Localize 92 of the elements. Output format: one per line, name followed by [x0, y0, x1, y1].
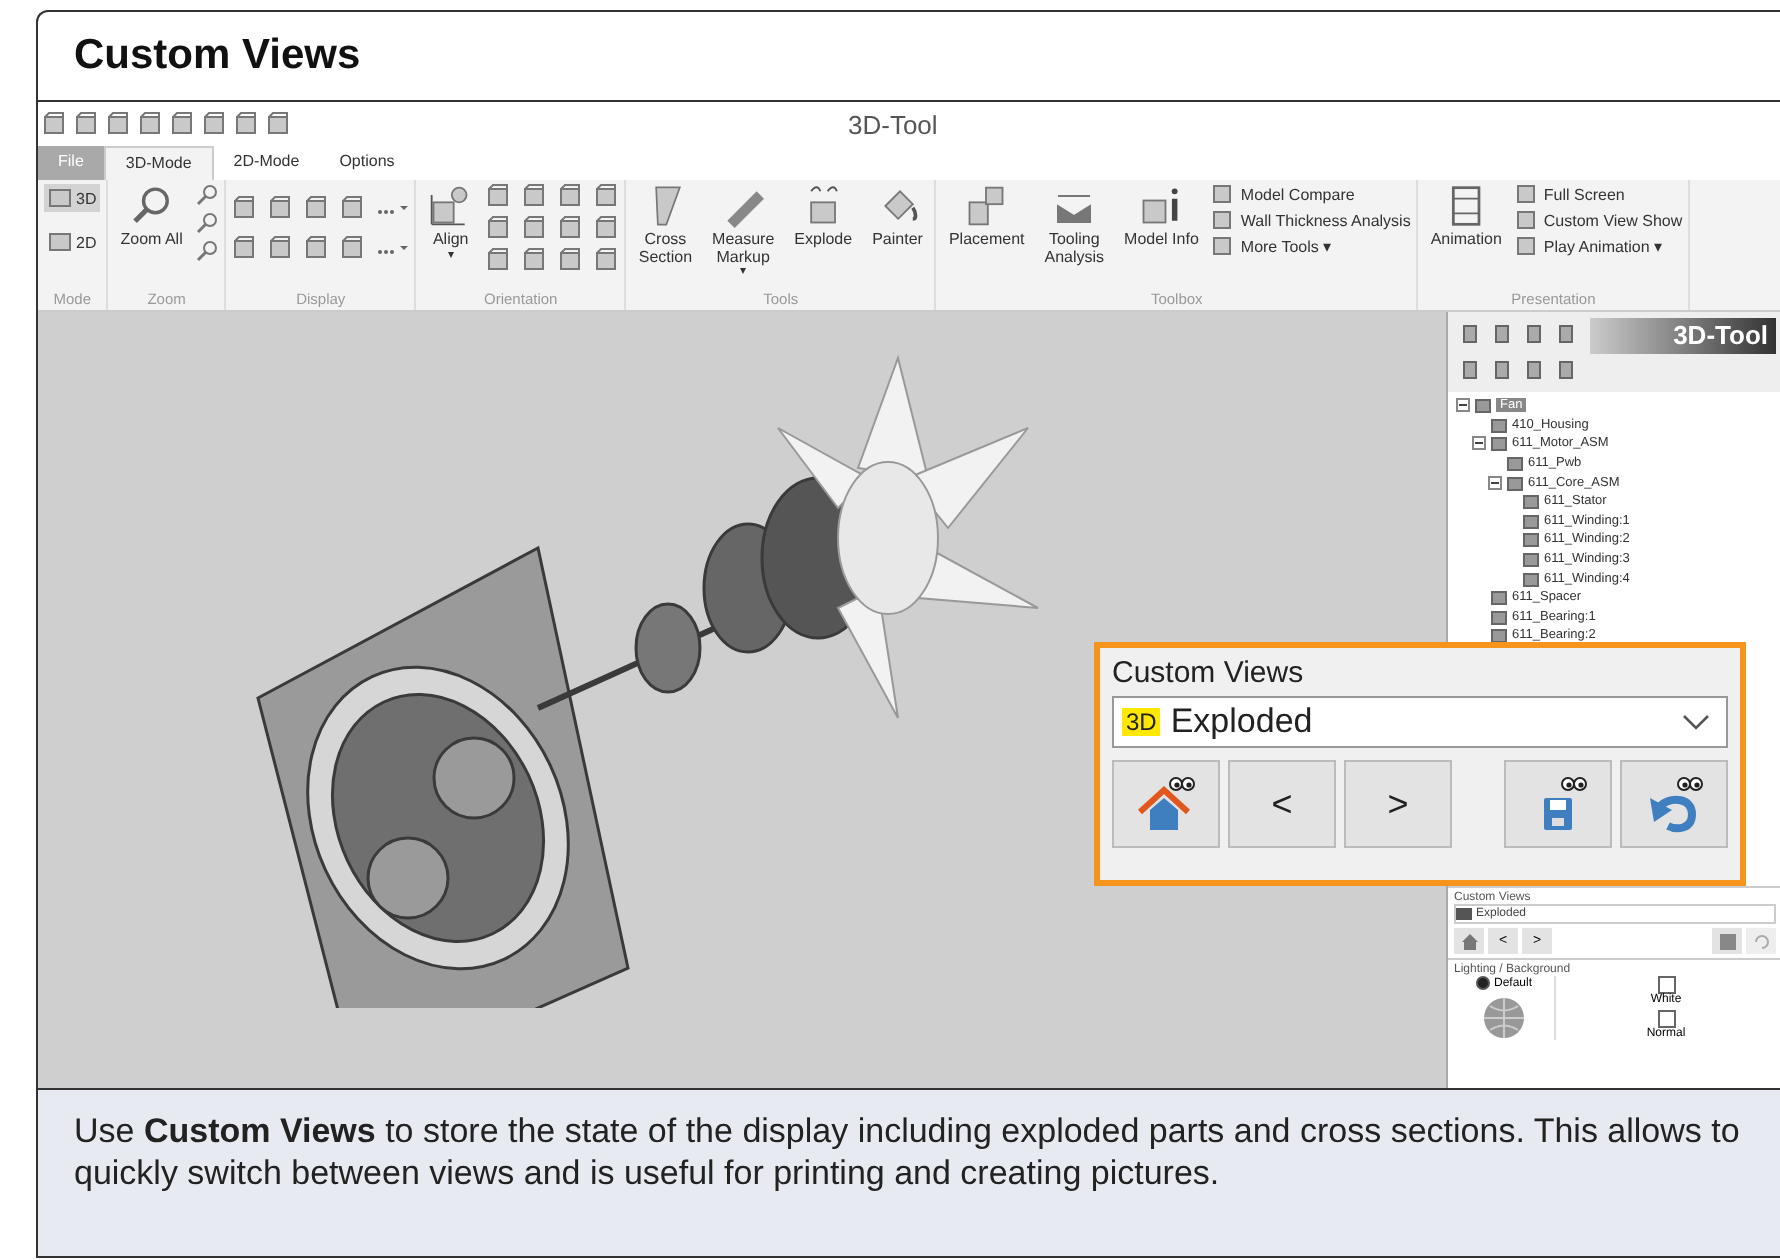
view-orientation-icon[interactable]: [486, 216, 511, 240]
tool-icon: [1212, 210, 1233, 230]
magnifier-icon: [129, 184, 174, 228]
mode-button[interactable]: 3D: [44, 184, 101, 212]
slide-title: Custom Views: [74, 32, 361, 80]
view-orientation-icon[interactable]: [522, 216, 547, 240]
ribbon-button[interactable]: Zoom All: [114, 184, 189, 249]
tool-icon: [1212, 236, 1233, 256]
quick-access-icon[interactable]: [266, 112, 290, 136]
ribbon-menu-item[interactable]: Custom View Show: [1515, 210, 1683, 230]
panel-tool-icon[interactable]: [1458, 322, 1482, 346]
expander-icon[interactable]: [1488, 475, 1502, 490]
ribbon-button[interactable]: Explode: [788, 184, 859, 249]
mode-button[interactable]: 2D: [44, 228, 101, 256]
quick-access-icon[interactable]: [170, 112, 194, 136]
panel-tool-icon[interactable]: [1490, 322, 1514, 346]
panel-tool-icon[interactable]: [1522, 358, 1546, 382]
display-mode-icon[interactable]: [268, 236, 293, 260]
caption-text: Use Custom Views to store the state of the display including exploded parts and cross sections. This allows to quickly switch between views and is useful for printing and creating pictures.: [74, 1110, 1742, 1194]
save-view-button[interactable]: [1712, 928, 1742, 954]
tool-icon: [1515, 236, 1536, 256]
display-mode-icon[interactable]: [268, 196, 293, 220]
view-orientation-icon[interactable]: [594, 248, 619, 272]
panel-tool-icon[interactable]: [1490, 358, 1514, 382]
logo: 3D-Tool: [1590, 318, 1776, 354]
tool-icon: [1515, 210, 1536, 230]
quick-access-icon[interactable]: [74, 112, 98, 136]
view-badge-icon: [1456, 908, 1472, 920]
next-view-button[interactable]: >: [1344, 760, 1452, 848]
panel-tool-icon[interactable]: [1522, 322, 1546, 346]
assembly-icon: [1506, 473, 1524, 492]
panel-tool-icon[interactable]: [1458, 358, 1482, 382]
restore-view-button[interactable]: [1620, 760, 1728, 848]
ribbon-menu-item[interactable]: Full Screen: [1515, 184, 1683, 204]
quick-access-icon[interactable]: [234, 112, 258, 136]
save-icon: [1719, 933, 1735, 949]
view-orientation-icon[interactable]: [522, 248, 547, 272]
view-orientation-icon[interactable]: [522, 184, 547, 208]
ribbon-tab[interactable]: 3D-Mode: [103, 146, 214, 180]
window-title: 3D-Tool: [848, 110, 938, 140]
home-view-button[interactable]: [1112, 760, 1220, 848]
view-orientation-icon[interactable]: [558, 216, 583, 240]
house-with-eyes-icon: [1134, 774, 1198, 834]
view-icon: [48, 188, 72, 208]
view-orientation-icon[interactable]: [486, 248, 511, 272]
ribbon-button[interactable]: Cross Section: [632, 184, 699, 266]
badge: 3D: [1122, 708, 1161, 736]
ribbon-tab[interactable]: 2D-Mode: [213, 146, 320, 180]
dropdown-value: Exploded: [1170, 702, 1313, 742]
panel-label: Custom Views: [1112, 656, 1306, 690]
expander-icon[interactable]: [1472, 436, 1486, 451]
ribbon-menu-item[interactable]: More Tools ▾: [1212, 236, 1411, 256]
magnifier-icon[interactable]: [196, 240, 219, 262]
view-orientation-icon[interactable]: [486, 184, 511, 208]
save-view-button[interactable]: [1504, 760, 1612, 848]
ribbon-button[interactable]: Tooling Analysis: [1038, 184, 1111, 266]
view-orientation-icon[interactable]: [594, 216, 619, 240]
ribbon-button[interactable]: Placement: [942, 184, 1031, 249]
panel-tool-icon[interactable]: [1554, 358, 1578, 382]
view-orientation-icon[interactable]: [594, 184, 619, 208]
magnifier-icon[interactable]: [196, 212, 219, 234]
ribbon-button[interactable]: Model Info: [1118, 184, 1205, 249]
quick-access-icon[interactable]: [202, 112, 226, 136]
part-icon: [1490, 415, 1508, 434]
ribbon-menu-item[interactable]: Play Animation ▾: [1515, 236, 1683, 256]
previous-view-button[interactable]: <: [1228, 760, 1336, 848]
view-icon: [48, 232, 72, 252]
ribbon-menu-item[interactable]: Wall Thickness Analysis: [1212, 210, 1411, 230]
display-mode-icon[interactable]: [340, 196, 365, 220]
quick-access-icon[interactable]: [138, 112, 162, 136]
home-view-button[interactable]: [1454, 928, 1484, 954]
panel-tool-icon[interactable]: [1554, 322, 1578, 346]
ribbon-button[interactable]: Animation: [1424, 184, 1508, 249]
view-orientation-icon[interactable]: [558, 248, 583, 272]
magnifier-icon[interactable]: [196, 184, 219, 206]
expander-icon[interactable]: [1456, 398, 1470, 413]
ribbon-menu-item[interactable]: Model Compare: [1212, 184, 1411, 204]
display-mode-icon[interactable]: [340, 236, 365, 260]
display-mode-icon[interactable]: [304, 236, 329, 260]
undo-icon: [1753, 933, 1769, 949]
view-dropdown[interactable]: 3D Exploded: [1112, 696, 1728, 748]
house-icon: [1461, 933, 1477, 949]
ribbon-tab[interactable]: Options: [319, 146, 415, 180]
view-orientation-icon[interactable]: [558, 184, 583, 208]
quick-access-icon[interactable]: [42, 112, 66, 136]
display-mode-icon[interactable]: [232, 236, 257, 260]
chevron-down-icon: [1682, 714, 1710, 730]
globe-icon: [1482, 996, 1526, 1040]
quick-access-icon[interactable]: [106, 112, 130, 136]
ribbon-button[interactable]: Painter: [866, 184, 929, 249]
display-mode-icon[interactable]: [304, 196, 329, 220]
display-mode-icon[interactable]: [232, 196, 257, 220]
